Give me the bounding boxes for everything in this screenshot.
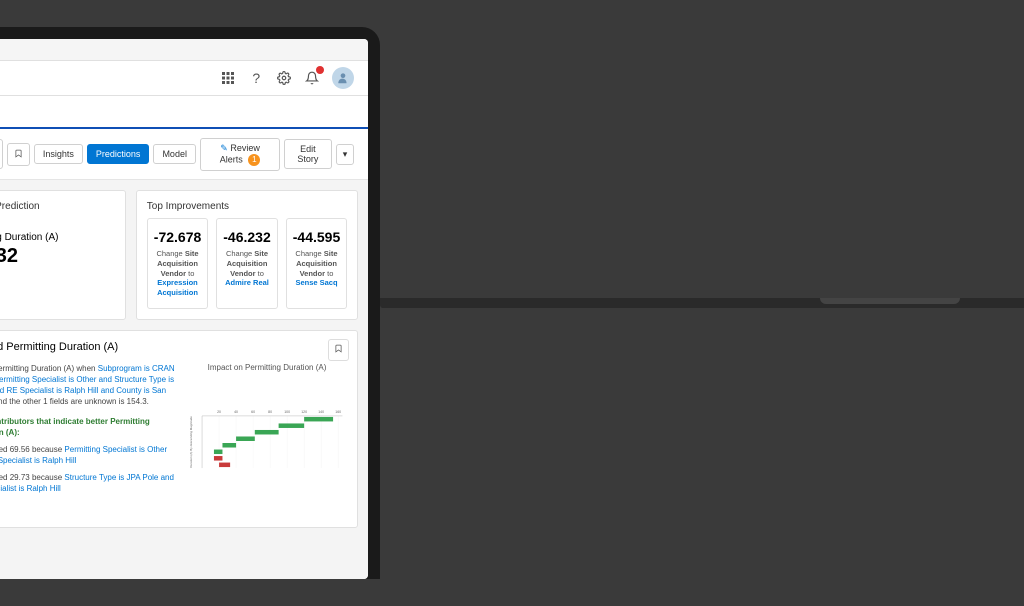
detail-paragraph: Predicted Permitting Duration (A) when S…: [0, 363, 177, 408]
svg-text:120: 120: [301, 410, 307, 414]
insights-button[interactable]: Insights: [34, 144, 83, 164]
svg-text:Duration (A) By descending Mag: Duration (A) By descending Magnitude: [189, 416, 193, 468]
svg-text:100: 100: [284, 410, 290, 414]
contributor-item: Subtracted 29.73 because Structure Type …: [0, 472, 177, 494]
predictions-button[interactable]: Predictions: [87, 144, 150, 164]
chart-area: Impact on Permitting Duration (A) 20 40 60…: [187, 363, 347, 517]
prediction-label: Permitting Duration (A): [0, 232, 115, 243]
gear-icon[interactable]: [276, 70, 292, 86]
waterfall-chart: 20 40 60 80 100 120 140 160 Duration (A) By desc…: [187, 372, 347, 512]
top-improvements-card: Top Improvements -72.678 Change Site Acq…: [136, 190, 358, 320]
top-cards: Einstein Prediction Permitting Duration …: [0, 190, 358, 320]
improvement-description: Change Site Acquisition Vendor to Expres…: [154, 249, 201, 298]
alerts-count-badge: 1: [248, 154, 260, 166]
screen: SITETRACKER ? ✸ Tableau CRM Analytics St…: [0, 39, 368, 579]
laptop-frame: SITETRACKER ? ✸ Tableau CRM Analytics St…: [0, 27, 380, 579]
improvement-box[interactable]: -72.678 Change Site Acquisition Vendor t…: [147, 218, 208, 309]
workspace-tabs: ✸ Tableau CRM Analytics Studio Permittin…: [0, 96, 368, 129]
improvement-box[interactable]: -44.595 Change Site Acquisition Vendor t…: [286, 218, 347, 309]
improvement-value: -72.678: [154, 229, 201, 245]
detail-title: Predicted Permitting Duration (A): [0, 341, 347, 353]
right-panel: Einstein Prediction Permitting Duration …: [0, 180, 368, 579]
svg-text:60: 60: [251, 410, 255, 414]
detail-text: Predicted Permitting Duration (A) when S…: [0, 363, 177, 517]
page-actions: Got Feedback? Insights Predictions Model…: [0, 138, 354, 171]
svg-text:20: 20: [217, 410, 221, 414]
bell-icon[interactable]: [304, 70, 320, 86]
card-title: Top Improvements: [147, 201, 347, 212]
svg-text:140: 140: [318, 410, 324, 414]
app-header: SITETRACKER ?: [0, 61, 368, 96]
improvement-description: Change Site Acquisition Vendor to Sense …: [293, 249, 340, 288]
model-button[interactable]: Model: [153, 144, 196, 164]
contributor-item: Subtracted 69.56 because Permitting Spec…: [0, 444, 177, 466]
improvement-value: -44.595: [293, 229, 340, 245]
einstein-prediction-card: Einstein Prediction Permitting Duration …: [0, 190, 126, 320]
improvement-description: Change Site Acquisition Vendor to Admire…: [223, 249, 270, 288]
svg-text:40: 40: [234, 410, 238, 414]
contributors-header: Top contributors that indicate better Pe…: [0, 416, 177, 438]
review-alerts-button[interactable]: ✎ Review Alerts 1: [200, 138, 280, 171]
chart-x-label: Impact on Permitting Duration (A): [187, 363, 347, 372]
feedback-button[interactable]: Got Feedback?: [0, 139, 3, 169]
improvements-grid: -72.678 Change Site Acquisition Vendor t…: [147, 218, 347, 309]
more-menu-button[interactable]: ▾: [336, 144, 355, 165]
edit-story-button[interactable]: Edit Story: [284, 139, 332, 169]
help-icon[interactable]: ?: [248, 70, 264, 86]
card-title: Einstein Prediction: [0, 201, 115, 212]
prediction-value: 154.32: [0, 245, 115, 268]
header-actions: ?: [220, 67, 354, 89]
user-avatar[interactable]: [332, 67, 354, 89]
apps-grid-icon[interactable]: [220, 70, 236, 86]
notification-dot: [316, 66, 324, 74]
predicted-duration-card: Predicted Permitting Duration (A) Predic…: [0, 330, 358, 528]
page-header: Permitting Predictions Minimize Permitti…: [0, 129, 368, 180]
svg-text:80: 80: [268, 410, 272, 414]
svg-text:160: 160: [335, 410, 341, 414]
window-titlebar: [0, 39, 368, 61]
bookmark-button[interactable]: [328, 339, 349, 361]
improvement-box[interactable]: -46.232 Change Site Acquisition Vendor t…: [216, 218, 277, 309]
page-body: Select a Group to Predict Model Feature …: [0, 180, 368, 579]
laptop-base: [380, 298, 1024, 308]
detail-body: Predicted Permitting Duration (A) when S…: [0, 363, 347, 517]
improvement-value: -46.232: [223, 229, 270, 245]
bookmark-button[interactable]: [7, 143, 30, 166]
